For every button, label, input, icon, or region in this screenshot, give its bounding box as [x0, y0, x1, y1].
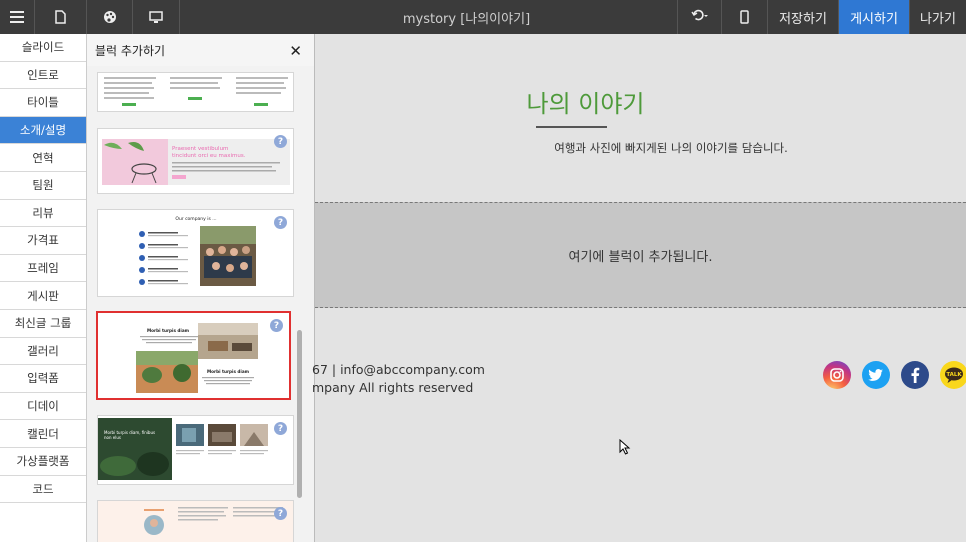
sidebar-item-form[interactable]: 입력폼 [0, 365, 86, 393]
help-icon[interactable]: ? [274, 135, 287, 148]
drop-zone-hint: 여기에 블럭이 추가됩니다. [568, 249, 713, 265]
thumbnail-heading: Our company is ... [175, 216, 216, 222]
block-thumbnail[interactable]: ? Our company is ... [97, 209, 294, 297]
footer-copyright: mpany All rights reserved [312, 380, 474, 395]
help-icon[interactable]: ? [274, 507, 287, 520]
page-icon[interactable] [35, 0, 87, 34]
thumbnail-preview: Our company is ... [139, 216, 256, 286]
sidebar-item-board[interactable]: 게시판 [0, 282, 86, 310]
sidebar-item-history[interactable]: 연혁 [0, 144, 86, 172]
page-canvas: 나의 이야기 여행과 사진에 빠지게된 나의 이야기를 담습니다. 여기에 블럭… [312, 34, 966, 542]
sidebar-item-pricing[interactable]: 가격표 [0, 227, 86, 255]
block-thumbnail[interactable] [97, 72, 294, 112]
block-drop-zone[interactable]: 여기에 블럭이 추가됩니다. [315, 202, 966, 308]
thumbnail-preview: Morbi turpis diam Morbi turpis diam [136, 323, 258, 393]
block-thumbnail[interactable]: ? Praesent vestibulum tincidunt orci eu … [97, 128, 294, 194]
sidebar-item-slide[interactable]: 슬라이드 [0, 34, 86, 62]
sidebar-item-virtual-platform[interactable]: 가상플랫폼 [0, 448, 86, 476]
footer-contact: 67 | info@abccompany.com [312, 362, 485, 377]
kakaotalk-icon[interactable]: TALK [940, 361, 966, 389]
palette-icon[interactable] [87, 0, 133, 34]
publish-button[interactable]: 게시하기 [838, 0, 909, 34]
sidebar-item-latest-posts[interactable]: 최신글 그룹 [0, 310, 86, 338]
block-thumbnail[interactable]: ? Morbi turpis diam, finibus non elus [97, 415, 294, 485]
sidebar-item-title[interactable]: 타이틀 [0, 89, 86, 117]
page-subtitle[interactable]: 여행과 사진에 빠지게된 나의 이야기를 담습니다. [315, 140, 966, 156]
top-toolbar: mystory [나의이야기] 저장하기 게시하기 나가기 [0, 0, 966, 34]
mobile-preview-icon[interactable] [721, 0, 767, 34]
add-block-panel: 블럭 추가하기 ✕ ? Praesent vestibulum tincidun… [87, 34, 315, 542]
block-category-sidebar: 슬라이드 인트로 타이틀 소개/설명 연혁 팀원 리뷰 가격표 프레임 게시판 … [0, 34, 87, 542]
help-icon[interactable]: ? [274, 216, 287, 229]
kakaotalk-label: TALK [946, 372, 962, 378]
svg-text:non elus: non elus [104, 435, 121, 440]
help-icon[interactable]: ? [270, 319, 283, 332]
twitter-icon[interactable] [862, 361, 890, 389]
help-icon[interactable]: ? [274, 422, 287, 435]
sidebar-item-gallery[interactable]: 갤러리 [0, 338, 86, 366]
facebook-icon[interactable] [901, 361, 929, 389]
save-button[interactable]: 저장하기 [767, 0, 838, 34]
panel-scrollbar[interactable] [297, 330, 302, 498]
sidebar-item-review[interactable]: 리뷰 [0, 200, 86, 228]
thumbnail-heading: Praesent vestibulum [172, 146, 228, 152]
thumbnail-heading: Morbi turpis diam [147, 328, 190, 333]
thumbnail-preview: Praesent vestibulum tincidunt orci eu ma… [102, 139, 290, 185]
mouse-cursor-icon [619, 438, 631, 459]
thumbnail-preview [98, 501, 293, 542]
hamburger-menu-icon[interactable] [0, 0, 35, 34]
close-icon[interactable]: ✕ [289, 42, 302, 60]
sidebar-item-about[interactable]: 소개/설명 [0, 116, 86, 145]
page-title[interactable]: 나의 이야기 [315, 84, 856, 119]
svg-text:Morbi turpis diam: Morbi turpis diam [207, 369, 250, 374]
panel-title: 블럭 추가하기 [87, 34, 314, 66]
exit-button[interactable]: 나가기 [909, 0, 966, 34]
sidebar-item-dday[interactable]: 디데이 [0, 393, 86, 421]
sidebar-item-intro[interactable]: 인트로 [0, 62, 86, 90]
desktop-preview-icon[interactable] [133, 0, 180, 34]
title-divider [536, 126, 607, 128]
sidebar-item-calendar[interactable]: 캘린더 [0, 420, 86, 448]
svg-text:tincidunt orci eu maximus.: tincidunt orci eu maximus. [172, 153, 246, 159]
undo-icon [690, 9, 709, 25]
undo-button[interactable] [677, 0, 721, 34]
sidebar-item-code[interactable]: 코드 [0, 476, 86, 504]
block-thumbnail-selected[interactable]: ? Morbi turpis diam Morbi turpis diam [96, 311, 291, 400]
sidebar-item-team[interactable]: 팀원 [0, 172, 86, 200]
document-title: mystory [나의이야기] [402, 11, 531, 27]
sidebar-item-frame[interactable]: 프레임 [0, 255, 86, 283]
thumbnail-preview: Morbi turpis diam, finibus non elus [98, 418, 268, 480]
instagram-icon[interactable] [823, 361, 851, 389]
block-thumbnail[interactable]: ? [97, 500, 294, 542]
